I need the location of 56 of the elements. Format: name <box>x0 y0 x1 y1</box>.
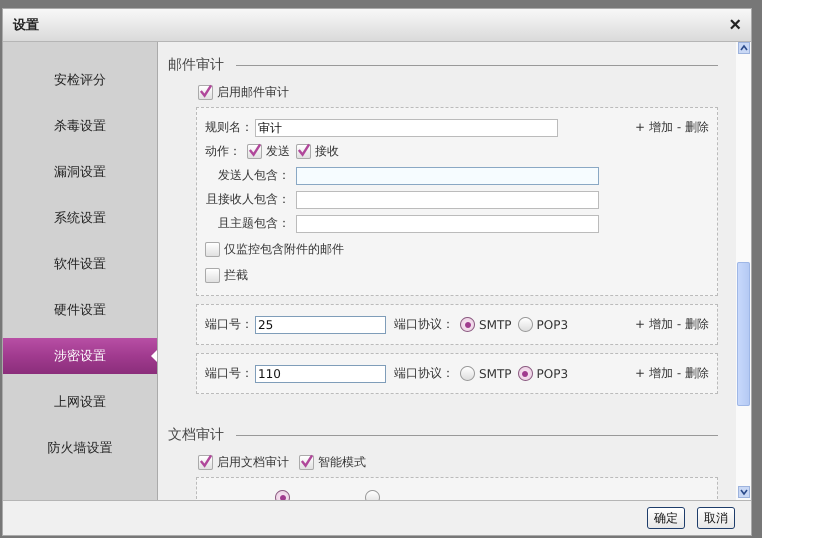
sidebar-item[interactable]: 防火墙设置 <box>3 425 157 471</box>
field-label: 动作： <box>205 143 241 160</box>
checkbox[interactable]: 拦截 <box>205 267 248 284</box>
field-label: 端口协议： <box>394 365 454 382</box>
field-label: 规则名： <box>205 119 253 136</box>
sidebar-item[interactable]: 漏洞设置 <box>3 149 157 195</box>
check-icon <box>248 143 261 157</box>
add-link[interactable]: + 增加 <box>634 119 673 136</box>
add-link[interactable]: + 增加 <box>634 316 673 333</box>
check-icon <box>297 143 310 157</box>
input-field[interactable]: 25 <box>255 316 386 334</box>
field-label: 端口协议： <box>394 316 454 333</box>
field-label: 端口号： <box>205 365 253 382</box>
sidebar-item[interactable]: 软件设置 <box>3 241 157 287</box>
sidebar-item[interactable]: 系统设置 <box>3 195 157 241</box>
check-icon <box>199 454 212 468</box>
scroll-down-icon[interactable] <box>738 486 750 498</box>
delete-link[interactable]: - 删除 <box>676 316 709 333</box>
section-title: 文档审计 <box>168 426 224 444</box>
scrollbar[interactable] <box>736 42 751 500</box>
radio-button[interactable]: POP3 <box>518 366 568 381</box>
input-field[interactable] <box>296 190 599 208</box>
checkbox[interactable]: 仅监控包含附件的邮件 <box>205 241 344 258</box>
sidebar-item[interactable]: 杀毒设置 <box>3 103 157 149</box>
field-label: 发送人包含： <box>217 167 290 184</box>
radio-button[interactable]: SMTP <box>460 317 512 332</box>
sidebar-item[interactable]: 上网设置 <box>3 379 157 425</box>
field-label: 且接收人包含： <box>205 191 290 208</box>
input-field[interactable] <box>296 166 599 184</box>
add-link[interactable]: + 增加 <box>634 365 673 382</box>
delete-link[interactable]: - 删除 <box>676 365 709 382</box>
checkbox[interactable]: 发送 <box>247 143 290 160</box>
field-label: 且主题包含： <box>217 215 290 232</box>
close-button[interactable]: × <box>725 15 745 35</box>
section-title: 邮件审计 <box>168 56 224 74</box>
delete-link[interactable]: - 删除 <box>676 119 709 136</box>
dialog-button[interactable]: 取消 <box>697 507 735 529</box>
sidebar-item[interactable]: 安检评分 <box>3 57 157 103</box>
window-title: 设置 <box>13 17 39 34</box>
sidebar-item[interactable]: 硬件设置 <box>3 287 157 333</box>
input-field[interactable]: 110 <box>255 364 386 382</box>
radio-button[interactable]: POP3 <box>518 317 568 332</box>
input-field[interactable]: 审计 <box>255 118 558 136</box>
dialog-button[interactable]: 确定 <box>647 507 685 529</box>
check-icon <box>199 84 212 98</box>
sidebar-item[interactable]: 涉密设置 <box>3 338 157 374</box>
scroll-thumb[interactable] <box>737 262 750 406</box>
checkbox[interactable]: 启用邮件审计 <box>198 84 289 101</box>
checkbox[interactable]: 接收 <box>296 143 339 160</box>
field-label: 端口号： <box>205 316 253 333</box>
checkbox[interactable]: 智能模式 <box>299 454 366 471</box>
checkbox[interactable]: 启用文档审计 <box>198 454 289 471</box>
scroll-up-icon[interactable] <box>738 42 750 54</box>
check-icon <box>300 454 313 468</box>
input-field[interactable] <box>296 214 599 232</box>
radio-button[interactable]: SMTP <box>460 366 512 381</box>
